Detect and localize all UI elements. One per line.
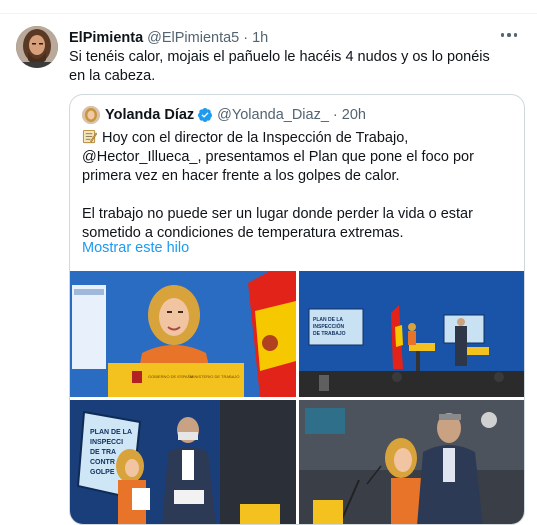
user-handle[interactable]: @ElPimienta5 — [147, 30, 239, 46]
tweet[interactable]: ElPimienta @ElPimienta5 · 1h Si tenéis c… — [0, 14, 537, 525]
tweet-header: ElPimienta @ElPimienta5 · 1h — [69, 28, 268, 48]
media-grid: GOBIERNO DE ESPAÑA MINISTERIO DE TRABAJO… — [70, 271, 524, 524]
press-conference-photo-3[interactable]: PLAN DE LA INSPECCI DE TRA CONTR GOLPE — [70, 400, 296, 524]
tweet-text: Si tenéis calor, mojais el pañuelo le ha… — [69, 49, 490, 84]
show-thread-link[interactable]: Mostrar este hilo — [82, 240, 189, 256]
screen-text-5: INSPECCI — [90, 439, 123, 446]
quoted-timestamp[interactable]: 20h — [342, 107, 366, 123]
user-avatar-icon[interactable] — [16, 26, 58, 68]
verified-badge-icon — [198, 108, 213, 122]
press-conference-photo-1[interactable]: GOBIERNO DE ESPAÑA MINISTERIO DE TRABAJO — [70, 271, 296, 397]
display-name[interactable]: ElPimienta — [69, 30, 143, 46]
quoted-display-name[interactable]: Yolanda Díaz — [105, 107, 194, 123]
screen-text-1: PLAN DE LA — [313, 317, 343, 323]
press-conference-photo-2[interactable]: PLAN DE LA INSPECCIÓN DE TRABAJO — [299, 271, 524, 397]
quoted-paragraph-2: El trabajo no puede ser un lugar donde p… — [82, 206, 473, 241]
screen-text-8: GOLPE — [90, 469, 115, 476]
memo-emoji-icon — [82, 129, 97, 144]
timestamp[interactable]: 1h — [252, 30, 268, 46]
quoted-paragraph-1-text: Hoy con el director de la Inspección de … — [82, 130, 474, 184]
separator-dot: · — [243, 30, 249, 46]
screen-text-2: INSPECCIÓN — [313, 322, 345, 330]
quoted-user-avatar-icon[interactable] — [82, 106, 100, 124]
quoted-user-handle[interactable]: @Yolanda_Diaz_ — [217, 107, 329, 123]
previous-tweet-divider — [0, 0, 537, 14]
quoted-tweet[interactable]: Yolanda Díaz @Yolanda_Diaz_ · 20h Hoy co… — [69, 94, 525, 525]
screen-text-4: PLAN DE LA — [90, 429, 132, 436]
podium-text-2: MINISTERIO DE TRABAJO — [190, 374, 240, 379]
quoted-paragraph-1: Hoy con el director de la Inspección de … — [82, 129, 514, 186]
press-conference-photo-4[interactable] — [299, 400, 524, 524]
podium-text-1: GOBIERNO DE ESPAÑA — [148, 374, 194, 379]
quoted-tweet-header: Yolanda Díaz @Yolanda_Diaz_ · 20h — [82, 105, 366, 125]
screen-text-3: DE TRABAJO — [313, 331, 346, 337]
quoted-separator-dot: · — [332, 107, 338, 123]
screen-text-6: DE TRA — [90, 449, 116, 456]
screen-text-7: CONTR — [90, 459, 115, 466]
more-options-icon[interactable] — [495, 24, 523, 46]
